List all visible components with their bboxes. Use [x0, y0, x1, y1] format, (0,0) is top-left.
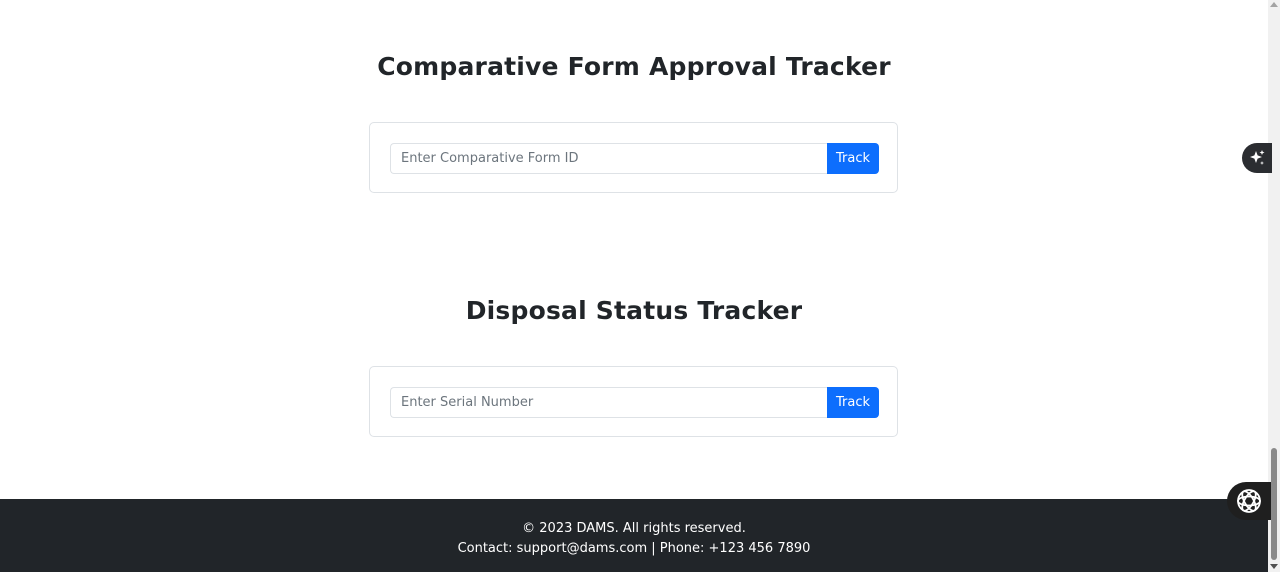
comparative-form-tracker-card: Track: [369, 122, 898, 193]
disposal-status-tracker-title: Disposal Status Tracker: [465, 296, 803, 325]
main-content: Comparative Form Approval Tracker Track …: [0, 0, 1268, 499]
page: Comparative Form Approval Tracker Track …: [0, 0, 1280, 572]
footer-copyright: © 2023 DAMS. All rights reserved.: [522, 521, 746, 536]
sparkle-button[interactable]: [1242, 143, 1272, 173]
comparative-form-input-group: Track: [390, 143, 879, 174]
footer-contact: Contact: support@dams.com | Phone: +123 …: [457, 541, 811, 556]
sparkle-icon: [1250, 150, 1265, 165]
comparative-form-track-button[interactable]: Track: [827, 143, 879, 174]
scroll-up-arrow[interactable]: [1270, 2, 1278, 7]
comparative-form-id-input[interactable]: [390, 143, 827, 174]
disposal-status-tracker-card: Track: [369, 366, 898, 437]
disposal-input-group: Track: [390, 387, 879, 418]
comparative-form-tracker-title: Comparative Form Approval Tracker: [377, 52, 891, 81]
serial-number-input[interactable]: [390, 387, 827, 418]
assistant-button[interactable]: [1227, 482, 1271, 520]
scroll-thumb[interactable]: [1271, 448, 1277, 560]
disposal-track-button[interactable]: Track: [827, 387, 879, 418]
footer: © 2023 DAMS. All rights reserved. Contac…: [0, 499, 1268, 572]
scroll-down-arrow[interactable]: [1270, 564, 1278, 569]
assistant-icon: [1237, 489, 1261, 513]
